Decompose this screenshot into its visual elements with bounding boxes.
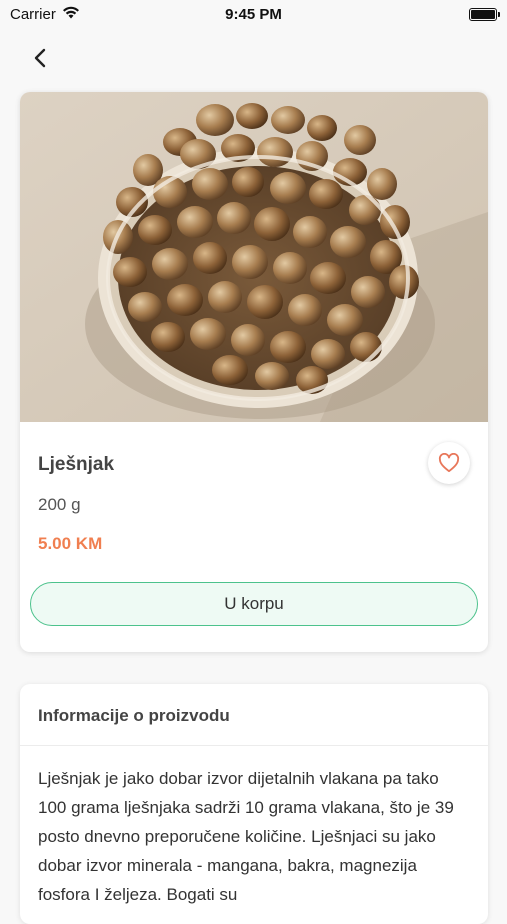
- heart-outline-icon: [438, 453, 460, 473]
- product-image: [20, 92, 488, 422]
- product-weight: 200 g: [38, 495, 81, 514]
- product-info-card: Informacije o proizvodu Lješnjak je jako…: [20, 684, 488, 924]
- battery-icon: [469, 7, 500, 21]
- info-title: Informacije o proizvodu: [20, 684, 488, 746]
- chevron-left-icon: [34, 48, 46, 68]
- wifi-icon: [62, 6, 80, 23]
- product-card: Lješnjak 200 g 5.00 KM U korpu: [20, 92, 488, 652]
- info-description: Lješnjak je jako dobar izvor dijetalnih …: [38, 769, 454, 904]
- status-bar: Carrier 9:45 PM: [0, 0, 507, 28]
- carrier-label: Carrier: [10, 5, 56, 23]
- add-to-cart-button[interactable]: U korpu: [30, 582, 478, 626]
- status-left: Carrier: [10, 6, 80, 23]
- favorite-button[interactable]: [428, 442, 470, 484]
- product-name: Lješnjak: [38, 454, 115, 475]
- product-price: 5.00 KM: [38, 534, 103, 553]
- back-button[interactable]: [22, 40, 58, 76]
